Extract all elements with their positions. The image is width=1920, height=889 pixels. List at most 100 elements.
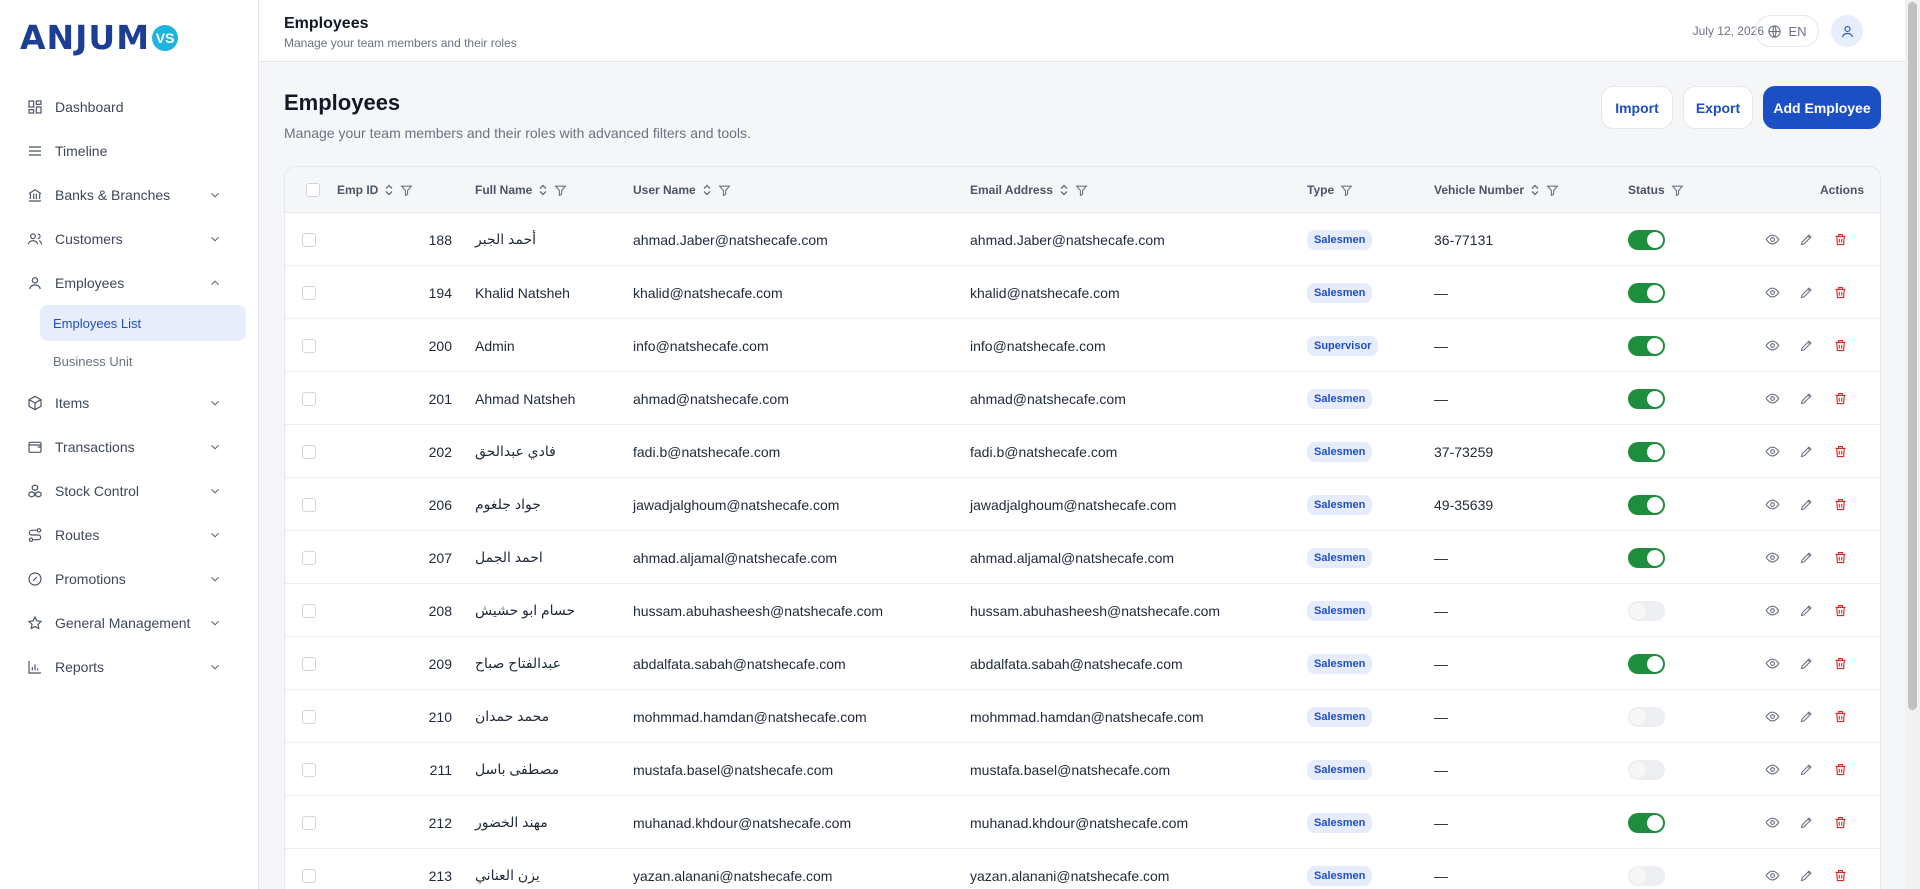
row-checkbox[interactable] bbox=[302, 445, 316, 459]
sidebar-item-routes[interactable]: Routes bbox=[0, 513, 258, 557]
table-row[interactable]: 188 أحمد الجبر ahmad.Jaber@natshecafe.co… bbox=[285, 213, 1880, 266]
view-icon[interactable] bbox=[1764, 656, 1780, 672]
select-all-checkbox[interactable] bbox=[306, 183, 320, 197]
sidebar-item-stock-control[interactable]: Stock Control bbox=[0, 469, 258, 513]
edit-icon[interactable] bbox=[1798, 656, 1814, 672]
chevron-down-icon[interactable] bbox=[208, 616, 222, 630]
status-toggle[interactable] bbox=[1628, 494, 1665, 515]
view-icon[interactable] bbox=[1764, 391, 1780, 407]
filter-icon[interactable] bbox=[1340, 184, 1353, 197]
status-toggle[interactable] bbox=[1628, 865, 1665, 886]
sidebar-subitem-business-unit[interactable]: Business Unit bbox=[40, 343, 246, 379]
row-checkbox[interactable] bbox=[302, 710, 316, 724]
edit-icon[interactable] bbox=[1798, 709, 1814, 725]
delete-icon[interactable] bbox=[1832, 762, 1848, 778]
sidebar-item-reports[interactable]: Reports bbox=[0, 645, 258, 689]
row-checkbox[interactable] bbox=[302, 233, 316, 247]
edit-icon[interactable] bbox=[1798, 603, 1814, 619]
delete-icon[interactable] bbox=[1832, 497, 1848, 513]
header-type[interactable]: Type bbox=[1307, 183, 1353, 197]
sort-icon[interactable] bbox=[702, 184, 712, 196]
status-toggle[interactable] bbox=[1628, 600, 1665, 621]
sidebar-item-items[interactable]: Items bbox=[0, 381, 258, 425]
row-checkbox[interactable] bbox=[302, 763, 316, 777]
table-row[interactable]: 200 Admin info@natshecafe.com info@natsh… bbox=[285, 319, 1880, 372]
user-menu-button[interactable] bbox=[1831, 15, 1863, 47]
chevron-down-icon[interactable] bbox=[208, 484, 222, 498]
delete-icon[interactable] bbox=[1832, 550, 1848, 566]
delete-icon[interactable] bbox=[1832, 391, 1848, 407]
chevron-down-icon[interactable] bbox=[208, 440, 222, 454]
view-icon[interactable] bbox=[1764, 550, 1780, 566]
sidebar-subitem-employees-list[interactable]: Employees List bbox=[40, 305, 246, 341]
filter-icon[interactable] bbox=[1546, 184, 1559, 197]
chevron-down-icon[interactable] bbox=[208, 396, 222, 410]
edit-icon[interactable] bbox=[1798, 444, 1814, 460]
view-icon[interactable] bbox=[1764, 762, 1780, 778]
filter-icon[interactable] bbox=[1671, 184, 1684, 197]
view-icon[interactable] bbox=[1764, 868, 1780, 884]
row-checkbox[interactable] bbox=[302, 604, 316, 618]
chevron-up-icon[interactable] bbox=[208, 276, 222, 290]
edit-icon[interactable] bbox=[1798, 868, 1814, 884]
status-toggle[interactable] bbox=[1628, 812, 1665, 833]
chevron-down-icon[interactable] bbox=[208, 232, 222, 246]
delete-icon[interactable] bbox=[1832, 232, 1848, 248]
sidebar-item-employees[interactable]: Employees bbox=[0, 261, 258, 305]
header-email[interactable]: Email Address bbox=[970, 183, 1088, 197]
sidebar-item-banks-branches[interactable]: Banks & Branches bbox=[0, 173, 258, 217]
sidebar-item-dashboard[interactable]: Dashboard bbox=[0, 85, 258, 129]
page-scrollbar[interactable] bbox=[1905, 0, 1920, 889]
table-row[interactable]: 194 Khalid Natsheh khalid@natshecafe.com… bbox=[285, 266, 1880, 319]
edit-icon[interactable] bbox=[1798, 338, 1814, 354]
status-toggle[interactable] bbox=[1628, 282, 1665, 303]
delete-icon[interactable] bbox=[1832, 444, 1848, 460]
status-toggle[interactable] bbox=[1628, 388, 1665, 409]
delete-icon[interactable] bbox=[1832, 656, 1848, 672]
status-toggle[interactable] bbox=[1628, 547, 1665, 568]
row-checkbox[interactable] bbox=[302, 816, 316, 830]
table-row[interactable]: 201 Ahmad Natsheh ahmad@natshecafe.com a… bbox=[285, 372, 1880, 425]
delete-icon[interactable] bbox=[1832, 868, 1848, 884]
table-row[interactable]: 202 فادي عبدالحق fadi.b@natshecafe.com f… bbox=[285, 425, 1880, 478]
chevron-down-icon[interactable] bbox=[208, 572, 222, 586]
row-checkbox[interactable] bbox=[302, 339, 316, 353]
import-button[interactable]: Import bbox=[1601, 86, 1673, 129]
language-button[interactable]: EN bbox=[1755, 15, 1819, 47]
header-full-name[interactable]: Full Name bbox=[475, 183, 567, 197]
edit-icon[interactable] bbox=[1798, 762, 1814, 778]
delete-icon[interactable] bbox=[1832, 338, 1848, 354]
logo[interactable]: ANJUM VS bbox=[0, 0, 258, 61]
view-icon[interactable] bbox=[1764, 497, 1780, 513]
table-row[interactable]: 210 محمد حمدان mohmmad.hamdan@natshecafe… bbox=[285, 690, 1880, 743]
filter-icon[interactable] bbox=[1075, 184, 1088, 197]
sort-icon[interactable] bbox=[538, 184, 548, 196]
view-icon[interactable] bbox=[1764, 444, 1780, 460]
table-row[interactable]: 212 مهند الخضور muhanad.khdour@natshecaf… bbox=[285, 796, 1880, 849]
row-checkbox[interactable] bbox=[302, 869, 316, 883]
edit-icon[interactable] bbox=[1798, 285, 1814, 301]
header-emp-id[interactable]: Emp ID bbox=[337, 183, 413, 197]
chevron-down-icon[interactable] bbox=[208, 660, 222, 674]
scrollbar-thumb[interactable] bbox=[1908, 2, 1917, 710]
delete-icon[interactable] bbox=[1832, 285, 1848, 301]
delete-icon[interactable] bbox=[1832, 815, 1848, 831]
table-row[interactable]: 209 عبدالفتاح صباح abdalfata.sabah@natsh… bbox=[285, 637, 1880, 690]
chevron-down-icon[interactable] bbox=[208, 528, 222, 542]
export-button[interactable]: Export bbox=[1683, 86, 1753, 129]
filter-icon[interactable] bbox=[718, 184, 731, 197]
view-icon[interactable] bbox=[1764, 338, 1780, 354]
table-row[interactable]: 213 يزن العناني yazan.alanani@natshecafe… bbox=[285, 849, 1880, 889]
status-toggle[interactable] bbox=[1628, 229, 1665, 250]
sidebar-item-promotions[interactable]: Promotions bbox=[0, 557, 258, 601]
edit-icon[interactable] bbox=[1798, 391, 1814, 407]
delete-icon[interactable] bbox=[1832, 603, 1848, 619]
status-toggle[interactable] bbox=[1628, 706, 1665, 727]
row-checkbox[interactable] bbox=[302, 657, 316, 671]
edit-icon[interactable] bbox=[1798, 815, 1814, 831]
header-user-name[interactable]: User Name bbox=[633, 183, 731, 197]
row-checkbox[interactable] bbox=[302, 392, 316, 406]
sort-icon[interactable] bbox=[1530, 184, 1540, 196]
view-icon[interactable] bbox=[1764, 709, 1780, 725]
sidebar-item-transactions[interactable]: Transactions bbox=[0, 425, 258, 469]
